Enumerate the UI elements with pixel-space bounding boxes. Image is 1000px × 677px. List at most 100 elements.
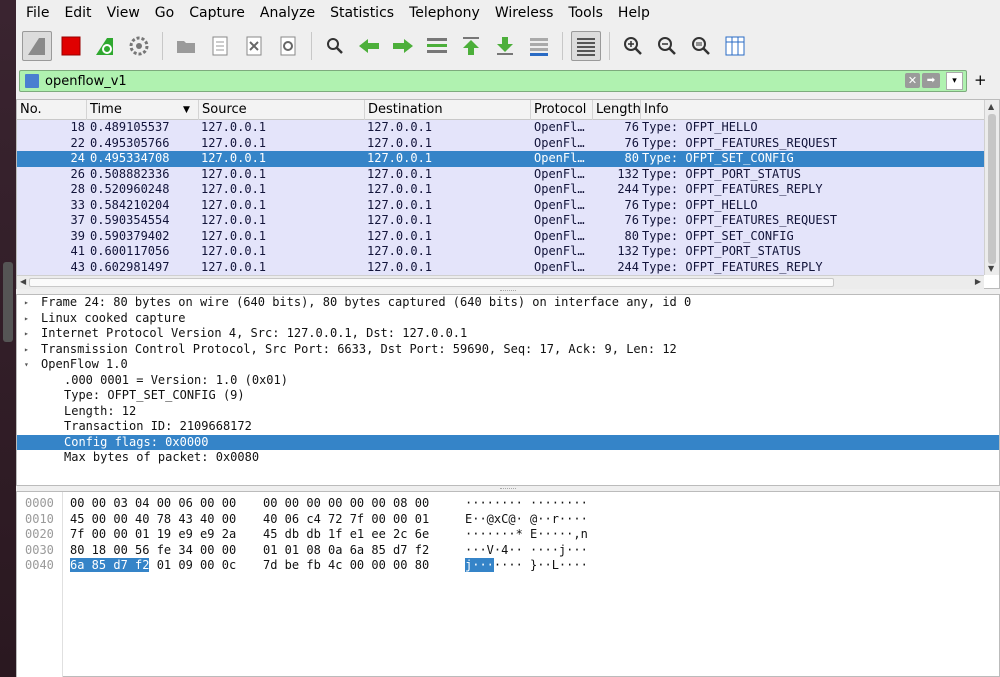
zoom-in-button[interactable] <box>618 31 648 61</box>
add-filter-button[interactable]: + <box>974 71 987 89</box>
menu-statistics[interactable]: Statistics <box>330 5 394 21</box>
detail-tree-row[interactable]: ▾ OpenFlow 1.0 <box>17 357 999 373</box>
collapsed-arrow-icon[interactable]: ▸ <box>24 311 29 327</box>
go-back-button[interactable] <box>354 31 384 61</box>
scroll-right-icon[interactable]: ▶ <box>975 277 981 286</box>
packet-cell-protocol: OpenFl… <box>534 151 585 165</box>
go-back-icon <box>359 39 379 53</box>
menu-edit[interactable]: Edit <box>64 5 91 21</box>
collapsed-arrow-icon[interactable]: ▸ <box>24 342 29 358</box>
column-header-protocol[interactable]: Protocol <box>531 100 593 120</box>
detail-tree-row[interactable]: Config flags: 0x0000 <box>17 434 999 450</box>
column-header-destination[interactable]: Destination <box>365 100 531 120</box>
detail-tree-row[interactable]: Max bytes of packet: 0x0080 <box>17 450 999 466</box>
scrollbar-thumb[interactable] <box>29 278 834 287</box>
restart-capture-button[interactable] <box>90 31 120 61</box>
packet-cell-destination: 127.0.0.1 <box>367 228 433 243</box>
hex-row[interactable]: 0030 80 18 00 56 fe 34 00 00 01 01 08 0a 6… <box>17 543 997 559</box>
scroll-down-icon[interactable]: ▼ <box>988 264 994 273</box>
detail-tree-row[interactable]: ▸ Frame 24: 80 bytes on wire (640 bits), … <box>17 295 999 311</box>
reload-file-button[interactable] <box>273 31 303 61</box>
display-filter-input[interactable]: openflow_v1 ✕ ➡ ▾ <box>19 70 967 92</box>
packet-row[interactable]: 37 0.590354554 127.0.0.1 127.0.0.1 OpenFl… 76… <box>17 213 984 229</box>
go-to-packet-button[interactable] <box>422 31 452 61</box>
packet-cell-time: 0.520960248 <box>90 182 170 196</box>
apply-filter-icon[interactable]: ➡ <box>922 73 940 88</box>
find-packet-button[interactable] <box>320 31 350 61</box>
start-capture-button[interactable] <box>22 31 52 61</box>
menu-file[interactable]: File <box>26 5 49 21</box>
resize-columns-button[interactable] <box>720 31 750 61</box>
autoscroll-button[interactable] <box>524 31 554 61</box>
menu-go[interactable]: Go <box>155 5 174 21</box>
menu-analyze[interactable]: Analyze <box>260 5 315 21</box>
menu-help[interactable]: Help <box>618 5 650 21</box>
menu-tools[interactable]: Tools <box>568 5 603 21</box>
display-filter-text[interactable]: openflow_v1 <box>45 74 127 89</box>
column-header-no[interactable]: No. <box>17 100 87 120</box>
packet-row[interactable]: 24 0.495334708 127.0.0.1 127.0.0.1 OpenFl… 80… <box>17 151 984 167</box>
packet-cell-protocol: OpenFl… <box>534 135 585 150</box>
detail-tree-row[interactable]: ▸ Transmission Control Protocol, Src Port… <box>17 342 999 358</box>
packet-list-vertical-scrollbar[interactable]: ▲ ▼ <box>984 100 999 275</box>
open-file-button[interactable] <box>171 31 201 61</box>
go-forward-button[interactable] <box>388 31 418 61</box>
stop-capture-button[interactable] <box>56 31 86 61</box>
save-file-button[interactable] <box>205 31 235 61</box>
detail-tree-row[interactable]: Type: OFPT_SET_CONFIG (9) <box>17 388 999 404</box>
packet-row[interactable]: 22 0.495305766 127.0.0.1 127.0.0.1 OpenFl… 76… <box>17 135 984 151</box>
column-header-source[interactable]: Source <box>199 100 365 120</box>
go-last-packet-button[interactable] <box>490 31 520 61</box>
hex-row[interactable]: 0010 45 00 00 40 78 43 40 00 40 06 c4 72 7… <box>17 512 997 528</box>
zoom-out-button[interactable] <box>652 31 682 61</box>
detail-tree-row[interactable]: ▸ Internet Protocol Version 4, Src: 127.0… <box>17 326 999 342</box>
packet-cell-length: 80 <box>624 151 639 165</box>
column-header-length[interactable]: Length <box>593 100 641 120</box>
menu-capture[interactable]: Capture <box>189 5 245 21</box>
packet-cell-length: 132 <box>617 244 639 258</box>
zoom-normal-button[interactable] <box>686 31 716 61</box>
packet-cell-source: 127.0.0.1 <box>201 166 267 181</box>
go-to-packet-icon <box>427 38 447 53</box>
capture-options-button[interactable] <box>124 31 154 61</box>
close-file-button[interactable] <box>239 31 269 61</box>
packet-row[interactable]: 28 0.520960248 127.0.0.1 127.0.0.1 OpenFl… 24… <box>17 182 984 198</box>
detail-tree-row[interactable]: ▸ Linux cooked capture <box>17 311 999 327</box>
filter-bookmark-icon[interactable] <box>25 74 39 88</box>
save-file-icon <box>212 36 228 56</box>
packet-cell-time: 0.590379402 <box>90 228 170 243</box>
column-header-info[interactable]: Info <box>641 100 984 120</box>
hex-row[interactable]: 0000 00 00 03 04 00 06 00 00 00 00 00 00 0… <box>17 496 997 512</box>
scroll-up-icon[interactable]: ▲ <box>988 102 994 111</box>
packet-row[interactable]: 33 0.584210204 127.0.0.1 127.0.0.1 OpenFl… 76… <box>17 197 984 213</box>
packet-cell-time: 0.495305766 <box>90 135 170 150</box>
packet-cell-length: 244 <box>617 182 639 196</box>
go-first-packet-button[interactable] <box>456 31 486 61</box>
packet-row[interactable]: 39 0.590379402 127.0.0.1 127.0.0.1 OpenFl… 80… <box>17 228 984 244</box>
packet-row[interactable]: 18 0.489105537 127.0.0.1 127.0.0.1 OpenFl… 76… <box>17 120 984 136</box>
menu-wireless[interactable]: Wireless <box>495 5 554 21</box>
packet-row[interactable]: 43 0.602981497 127.0.0.1 127.0.0.1 OpenFl… 24… <box>17 259 984 275</box>
collapsed-arrow-icon[interactable]: ▸ <box>24 326 29 342</box>
column-header-time[interactable]: Time ▼ <box>87 100 199 120</box>
collapsed-arrow-icon[interactable]: ▸ <box>24 295 29 311</box>
scroll-left-icon[interactable]: ◀ <box>20 277 26 286</box>
menu-view[interactable]: View <box>107 5 140 21</box>
hex-row[interactable]: 0020 7f 00 00 01 19 e9 e9 2a 45 db db 1f e… <box>17 527 997 543</box>
detail-tree-row[interactable]: Transaction ID: 2109668172 <box>17 419 999 435</box>
hex-offset: 0030 <box>25 542 54 557</box>
filter-history-chevron-down-icon[interactable]: ▾ <box>946 72 963 90</box>
packet-list-horizontal-scrollbar[interactable]: ◀ ▶ <box>17 275 984 289</box>
packet-row[interactable]: 26 0.508882336 127.0.0.1 127.0.0.1 OpenFl… 13… <box>17 166 984 182</box>
hex-row[interactable]: 0040 6a 85 d7 f2 01 09 00 0c 7d be fb 4c 0… <box>17 558 997 574</box>
pane-splitter[interactable] <box>500 290 516 293</box>
packet-cell-destination: 127.0.0.1 <box>367 135 433 150</box>
clear-filter-icon[interactable]: ✕ <box>905 73 920 88</box>
colorize-button[interactable] <box>571 31 601 61</box>
detail-tree-row[interactable]: .000 0001 = Version: 1.0 (0x01) <box>17 373 999 389</box>
expanded-arrow-icon[interactable]: ▾ <box>24 357 29 373</box>
scrollbar-thumb[interactable] <box>988 114 996 264</box>
menu-telephony[interactable]: Telephony <box>409 5 480 21</box>
packet-row[interactable]: 41 0.600117056 127.0.0.1 127.0.0.1 OpenFl… 13… <box>17 244 984 260</box>
detail-tree-row[interactable]: Length: 12 <box>17 404 999 420</box>
